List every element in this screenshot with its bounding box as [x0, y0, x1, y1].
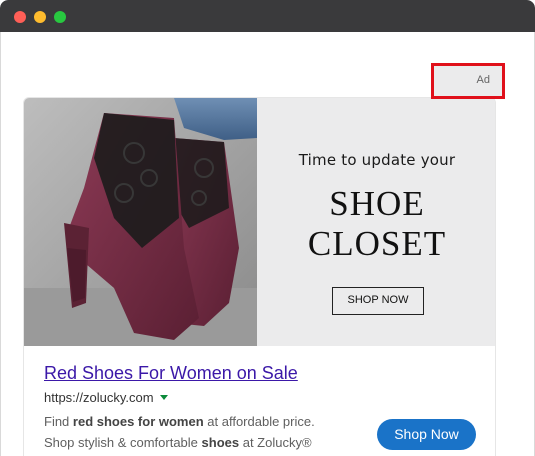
ad-badge: Ad — [431, 63, 505, 99]
ad-title-link[interactable]: Red Shoes For Women on Sale — [44, 363, 298, 384]
ad-description-line2: Shop stylish & comfortable shoes at Zolu… — [44, 432, 364, 453]
desc-bold-keyword: red shoes for women — [72, 414, 204, 429]
desc-text: Find — [44, 414, 73, 429]
banner-shop-now-button[interactable]: SHOP NOW — [332, 287, 424, 315]
window-titlebar — [0, 0, 535, 32]
banner-headline: SHOE CLOSET — [257, 184, 495, 264]
ad-description: Find red shoes for women at affordable p… — [44, 411, 364, 453]
desc-text: at affordable price. — [203, 414, 315, 429]
maximize-window-icon[interactable] — [54, 11, 66, 23]
ad-badge-label: Ad — [476, 74, 490, 86]
desc-text: at Zolucky® — [239, 435, 312, 450]
ad-url-text[interactable]: https://zolucky.com — [44, 390, 154, 405]
browser-window: Time to update your SHOE CLOSET SHOP NOW… — [0, 0, 535, 456]
banner-tagline: Time to update your — [298, 151, 456, 169]
ad-description-line1: Find red shoes for women at affordable p… — [44, 411, 364, 432]
window-content: Time to update your SHOE CLOSET SHOP NOW… — [0, 32, 535, 456]
desc-text: Shop stylish & comfortable — [44, 435, 202, 450]
desc-bold-keyword: shoes — [201, 435, 240, 450]
minimize-window-icon[interactable] — [34, 11, 46, 23]
dropdown-arrow-icon[interactable] — [159, 395, 168, 401]
ad-card[interactable]: Time to update your SHOE CLOSET SHOP NOW… — [23, 97, 496, 456]
banner-headline-line1: SHOE — [329, 184, 425, 223]
lace-ankle-boots-photo — [24, 98, 257, 346]
banner-copy-panel: Time to update your SHOE CLOSET SHOP NOW — [257, 98, 495, 346]
banner-headline-line2: CLOSET — [307, 224, 447, 263]
ad-display-url[interactable]: https://zolucky.com — [44, 390, 168, 405]
close-window-icon[interactable] — [14, 11, 26, 23]
ad-banner[interactable]: Time to update your SHOE CLOSET SHOP NOW — [24, 98, 495, 346]
shop-now-button[interactable]: Shop Now — [377, 419, 476, 450]
